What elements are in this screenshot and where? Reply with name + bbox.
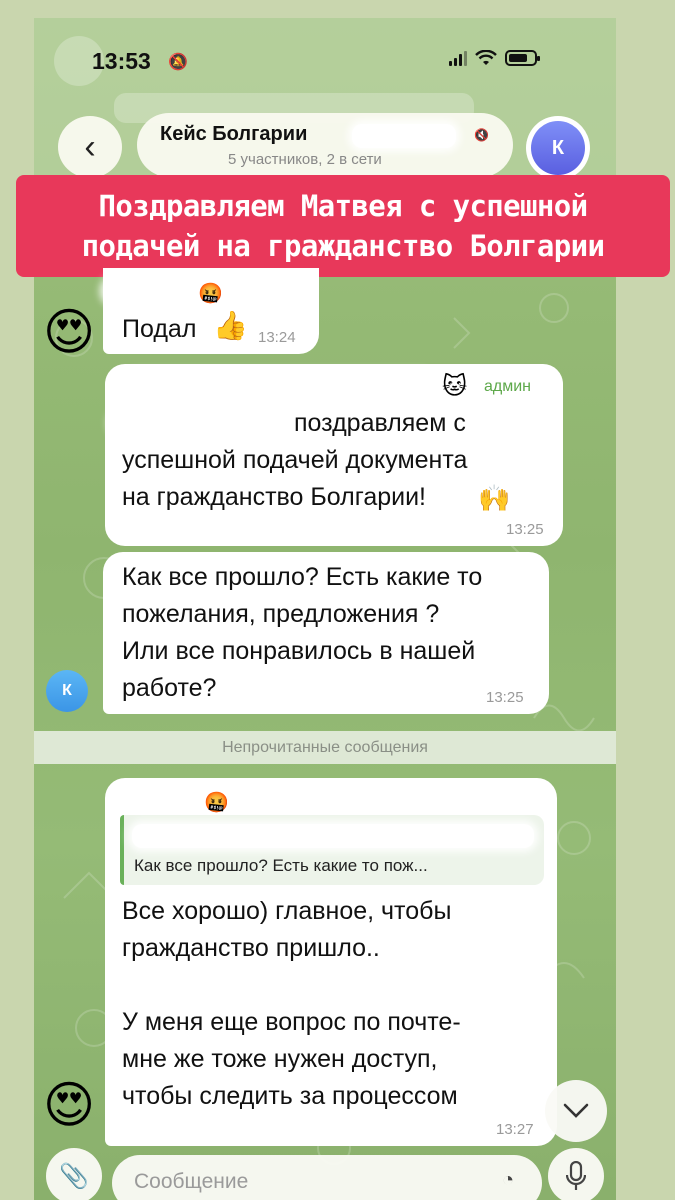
battery-icon: [505, 50, 540, 66]
message-3-time: 13:25: [486, 689, 524, 706]
banner-line-2: подачей на гражданство Болгарии: [81, 229, 605, 263]
voice-button[interactable]: [548, 1148, 604, 1200]
message-4-line-2: гражданство пришло..: [122, 934, 380, 962]
sender-face-icon-2: 🤬: [204, 792, 229, 814]
thumbs-up-icon: 👍: [213, 310, 248, 341]
message-2-line-3: на гражданство Болгарии!: [122, 483, 427, 511]
heart-eyes-avatar-icon-2: 😍: [43, 1077, 96, 1133]
cellular-signal-icon: [449, 50, 467, 66]
congrats-banner: Поздравляем Матвея с успешной подачей на…: [16, 175, 670, 277]
message-4-line-3: У меня еще вопрос по почте-: [122, 1008, 461, 1036]
message-2-time: 13:25: [506, 521, 544, 538]
banner-line-1: Поздравляем Матвея с успешной: [98, 189, 589, 223]
status-icons: [449, 50, 540, 66]
message-3-line-4: работе?: [122, 674, 217, 702]
raising-hands-icon: 🙌: [478, 483, 511, 513]
chevron-left-icon: ‹: [84, 127, 96, 166]
chevron-down-icon: [563, 1103, 589, 1118]
cat-laptop-icon: 🐱: [442, 373, 468, 400]
message-4-line-5: чтобы следить за процессом: [122, 1082, 458, 1110]
muted-speaker-icon: 🔇: [474, 128, 489, 142]
redacted-sender-name: [104, 280, 194, 302]
status-time: 13:53: [92, 48, 151, 74]
message-2-line-2: успешной подачей документа: [122, 446, 468, 474]
attach-button[interactable]: 📎: [46, 1148, 102, 1200]
redacted-title-part: [352, 124, 456, 148]
message-4-line-1: Все хорошо) главное, чтобы: [122, 897, 452, 925]
scroll-down-button[interactable]: [545, 1080, 607, 1142]
message-4-time: 13:27: [496, 1121, 534, 1138]
redacted-mention: [112, 412, 286, 434]
unread-divider: Непрочитанные сообщения: [34, 731, 616, 764]
message-1-time: 13:24: [258, 329, 296, 346]
chat-avatar[interactable]: К: [526, 116, 590, 180]
message-3-line-2: пожелания, предложения ?: [122, 600, 440, 628]
chat-subtitle: 5 участников, 2 в сети: [228, 151, 382, 168]
message-input-placeholder: Сообщение: [134, 1170, 249, 1193]
message-4-line-4: мне же тоже нужен доступ,: [122, 1045, 438, 1073]
sticker-icon: ◔: [501, 1168, 515, 1191]
message-2-line-1: поздравляем с: [294, 409, 466, 437]
message-3-line-1: Как все прошло? Есть какие то: [122, 563, 483, 591]
chat-avatar-letter: К: [531, 121, 585, 175]
wifi-icon: [475, 50, 497, 65]
redacted-admin-name: [128, 374, 430, 400]
reply-preview-text: Как все прошло? Есть какие то пож...: [134, 856, 428, 875]
admin-label: админ: [484, 378, 532, 395]
admin-avatar[interactable]: К: [46, 670, 88, 712]
microphone-icon: [566, 1161, 586, 1190]
message-3-line-3: Или все понравилось в нашей: [122, 637, 476, 665]
paperclip-icon: 📎: [59, 1162, 89, 1190]
mute-bell-icon: 🔕: [168, 54, 188, 71]
message-1-text: Подал: [122, 315, 197, 343]
redacted-reply-author: [132, 824, 534, 848]
heart-eyes-avatar-icon: 😍: [43, 304, 96, 360]
back-button[interactable]: ‹: [58, 116, 122, 178]
chat-title: Кейс Болгарии: [160, 123, 308, 145]
redacted-sender-name-2: [120, 790, 210, 812]
sender-face-icon: 🤬: [198, 283, 223, 305]
sticker-button[interactable]: ◔: [486, 1158, 530, 1200]
